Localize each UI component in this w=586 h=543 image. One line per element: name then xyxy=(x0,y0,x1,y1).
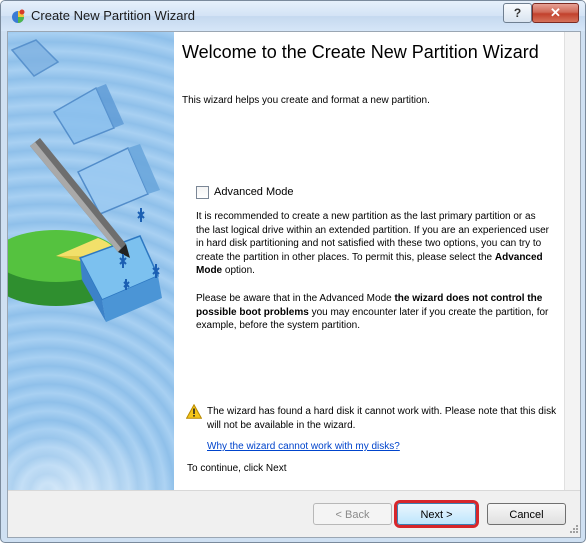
window-title: Create New Partition Wizard xyxy=(31,8,195,23)
app-icon xyxy=(12,9,25,23)
advanced-mode-label[interactable]: Advanced Mode xyxy=(214,186,294,198)
recommendation-tail: option. xyxy=(222,265,255,276)
boot-warning-paragraph: Please be aware that in the Advanced Mod… xyxy=(196,292,552,333)
cancel-button[interactable]: Cancel xyxy=(487,503,566,525)
vertical-scrollbar[interactable] xyxy=(564,32,580,490)
wizard-window: Create New Partition Wizard ? ✕ Welcome … xyxy=(0,0,586,543)
wizard-footer: < Back Next > Cancel xyxy=(8,490,580,537)
page-title: Welcome to the Create New Partition Wiza… xyxy=(182,42,539,62)
title-bar[interactable]: Create New Partition Wizard ? ✕ xyxy=(1,1,585,31)
partition-graphic xyxy=(8,39,162,322)
wizard-content-panel: Welcome to the Create New Partition Wiza… xyxy=(174,32,564,490)
help-button[interactable]: ? xyxy=(503,3,532,23)
why-disks-link[interactable]: Why the wizard cannot work with my disks… xyxy=(207,441,400,452)
close-button[interactable]: ✕ xyxy=(532,3,579,23)
boot-warning-text: Please be aware that in the Advanced Mod… xyxy=(196,293,395,304)
back-button[interactable]: < Back xyxy=(313,503,392,525)
advanced-mode-checkbox[interactable] xyxy=(196,186,209,199)
wizard-body: Welcome to the Create New Partition Wiza… xyxy=(7,31,581,538)
resize-grip-icon[interactable] xyxy=(568,523,578,533)
wizard-side-banner xyxy=(8,32,174,490)
continue-hint: To continue, click Next xyxy=(187,463,287,474)
intro-text: This wizard helps you create and format … xyxy=(182,95,430,106)
warning-icon xyxy=(186,404,202,419)
next-button[interactable]: Next > xyxy=(397,503,476,525)
recommendation-paragraph: It is recommended to create a new partit… xyxy=(196,210,552,278)
disk-warning-text: The wizard has found a hard disk it cann… xyxy=(207,406,557,431)
